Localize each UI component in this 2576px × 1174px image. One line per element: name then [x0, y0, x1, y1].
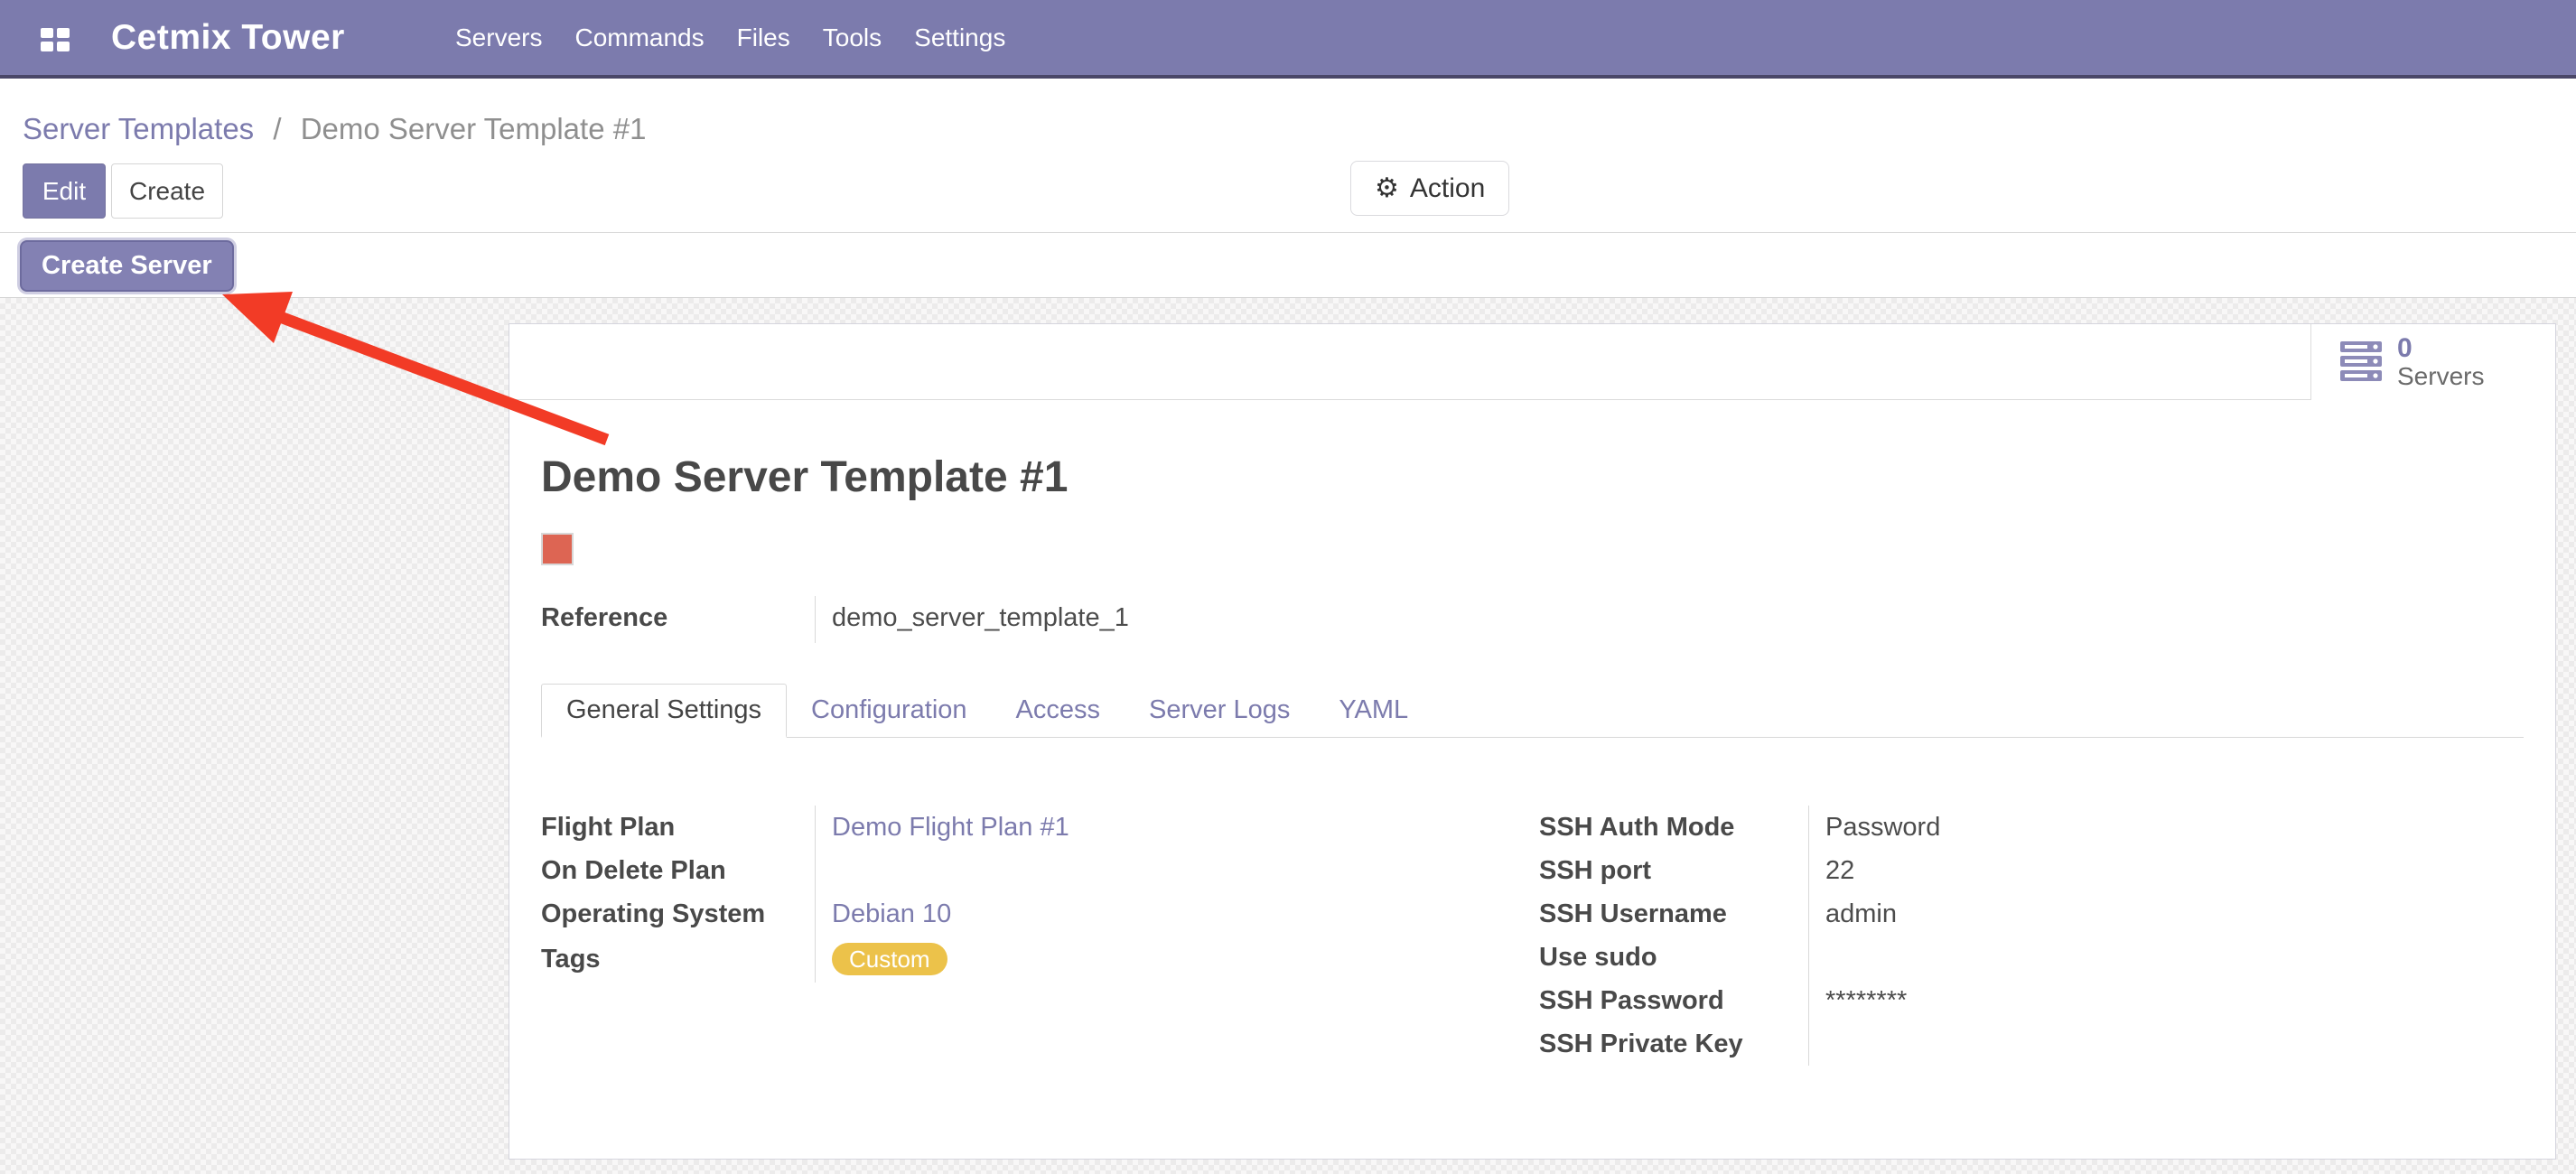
content-background: 0 Servers Demo Server Template #1 Refere…	[0, 298, 2576, 1174]
breadcrumb-current: Demo Server Template #1	[301, 112, 647, 145]
field-group-right: SSH Auth Mode Password SSH port 22 SSH U…	[1539, 806, 2524, 1066]
field-label: Operating System	[541, 899, 815, 929]
form-sheet: Demo Server Template #1 Reference demo_s…	[509, 456, 2555, 1066]
field-row: Operating System Debian 10	[541, 892, 1539, 936]
field-label: Flight Plan	[541, 813, 815, 843]
reference-value: demo_server_template_1	[815, 596, 2524, 643]
breadcrumb-parent-link[interactable]: Server Templates	[23, 112, 254, 145]
tab-general-settings[interactable]: General Settings	[541, 684, 787, 738]
create-server-button[interactable]: Create Server	[20, 240, 234, 292]
app-brand[interactable]: Cetmix Tower	[111, 0, 345, 75]
field-value: Password	[1808, 806, 2524, 849]
field-row: SSH Private Key	[1539, 1022, 2524, 1066]
field-row: SSH Password ********	[1539, 979, 2524, 1022]
field-row: Use sudo	[1539, 936, 2524, 979]
tab-access[interactable]: Access	[992, 683, 1125, 737]
menu-item-files[interactable]: Files	[721, 23, 807, 52]
top-navbar: Cetmix Tower Servers Commands Files Tool…	[0, 0, 2576, 79]
field-value: 22	[1808, 849, 2524, 892]
action-button[interactable]: ⚙ Action	[1350, 161, 1509, 216]
field-group-left: Flight Plan Demo Flight Plan #1 On Delet…	[541, 806, 1539, 1066]
field-label: Use sudo	[1539, 943, 1808, 973]
apps-grid-square	[41, 28, 53, 38]
servers-label: Servers	[2397, 363, 2484, 390]
record-title: Demo Server Template #1	[541, 456, 2524, 499]
servers-icon	[2340, 341, 2382, 384]
button-box: 0 Servers	[509, 324, 2555, 400]
edit-button[interactable]: Edit	[23, 163, 106, 219]
main-menu: Servers Commands Files Tools Settings	[439, 0, 1022, 75]
servers-stat-button[interactable]: 0 Servers	[2310, 324, 2555, 400]
field-value: admin	[1808, 892, 2524, 936]
form-statusbar: Create Server	[0, 233, 2576, 298]
notebook-tabs: General Settings Configuration Access Se…	[541, 683, 2524, 738]
field-value	[815, 849, 1539, 892]
breadcrumb-separator: /	[273, 112, 281, 145]
field-label: SSH Auth Mode	[1539, 813, 1808, 843]
field-value: ********	[1808, 979, 2524, 1022]
servers-count: 0	[2397, 334, 2413, 363]
field-label: SSH Private Key	[1539, 1030, 1808, 1059]
field-value	[1808, 936, 2524, 979]
tab-configuration[interactable]: Configuration	[787, 683, 992, 737]
apps-grid-icon[interactable]	[41, 28, 70, 51]
menu-item-commands[interactable]: Commands	[558, 23, 720, 52]
apps-grid-square	[41, 42, 53, 51]
form-card: 0 Servers Demo Server Template #1 Refere…	[509, 323, 2556, 1160]
field-row: On Delete Plan	[541, 849, 1539, 892]
tab-server-logs[interactable]: Server Logs	[1125, 683, 1314, 737]
tab-yaml[interactable]: YAML	[1314, 683, 1433, 737]
field-label: Tags	[541, 945, 815, 974]
reference-label: Reference	[541, 596, 815, 643]
field-row: SSH port 22	[1539, 849, 2524, 892]
reference-field: Reference demo_server_template_1	[541, 596, 2524, 643]
control-panel: Server Templates / Demo Server Template …	[0, 79, 2576, 233]
color-swatch[interactable]	[541, 533, 574, 565]
field-value-link[interactable]: Demo Flight Plan #1	[832, 813, 1069, 843]
apps-grid-square	[57, 28, 70, 38]
gear-icon: ⚙	[1375, 175, 1399, 202]
field-label: On Delete Plan	[541, 856, 815, 886]
breadcrumb: Server Templates / Demo Server Template …	[23, 112, 646, 146]
field-value-link[interactable]: Debian 10	[832, 899, 951, 929]
field-row: SSH Auth Mode Password	[1539, 806, 2524, 849]
field-label: SSH Username	[1539, 899, 1808, 929]
field-groups: Flight Plan Demo Flight Plan #1 On Delet…	[541, 806, 2524, 1066]
menu-item-tools[interactable]: Tools	[807, 23, 898, 52]
field-value	[1808, 1022, 2524, 1066]
menu-item-settings[interactable]: Settings	[898, 23, 1022, 52]
field-label: SSH Password	[1539, 986, 1808, 1016]
menu-item-servers[interactable]: Servers	[439, 23, 558, 52]
action-button-label: Action	[1410, 173, 1485, 204]
apps-grid-square	[57, 42, 70, 51]
screen: Cetmix Tower Servers Commands Files Tool…	[0, 0, 2576, 1174]
field-row: Tags Custom	[541, 936, 1539, 983]
servers-stat-text: 0 Servers	[2397, 334, 2484, 390]
tag-badge[interactable]: Custom	[832, 943, 947, 976]
field-row: Flight Plan Demo Flight Plan #1	[541, 806, 1539, 849]
field-label: SSH port	[1539, 856, 1808, 886]
create-button[interactable]: Create	[111, 163, 223, 219]
field-row: SSH Username admin	[1539, 892, 2524, 936]
